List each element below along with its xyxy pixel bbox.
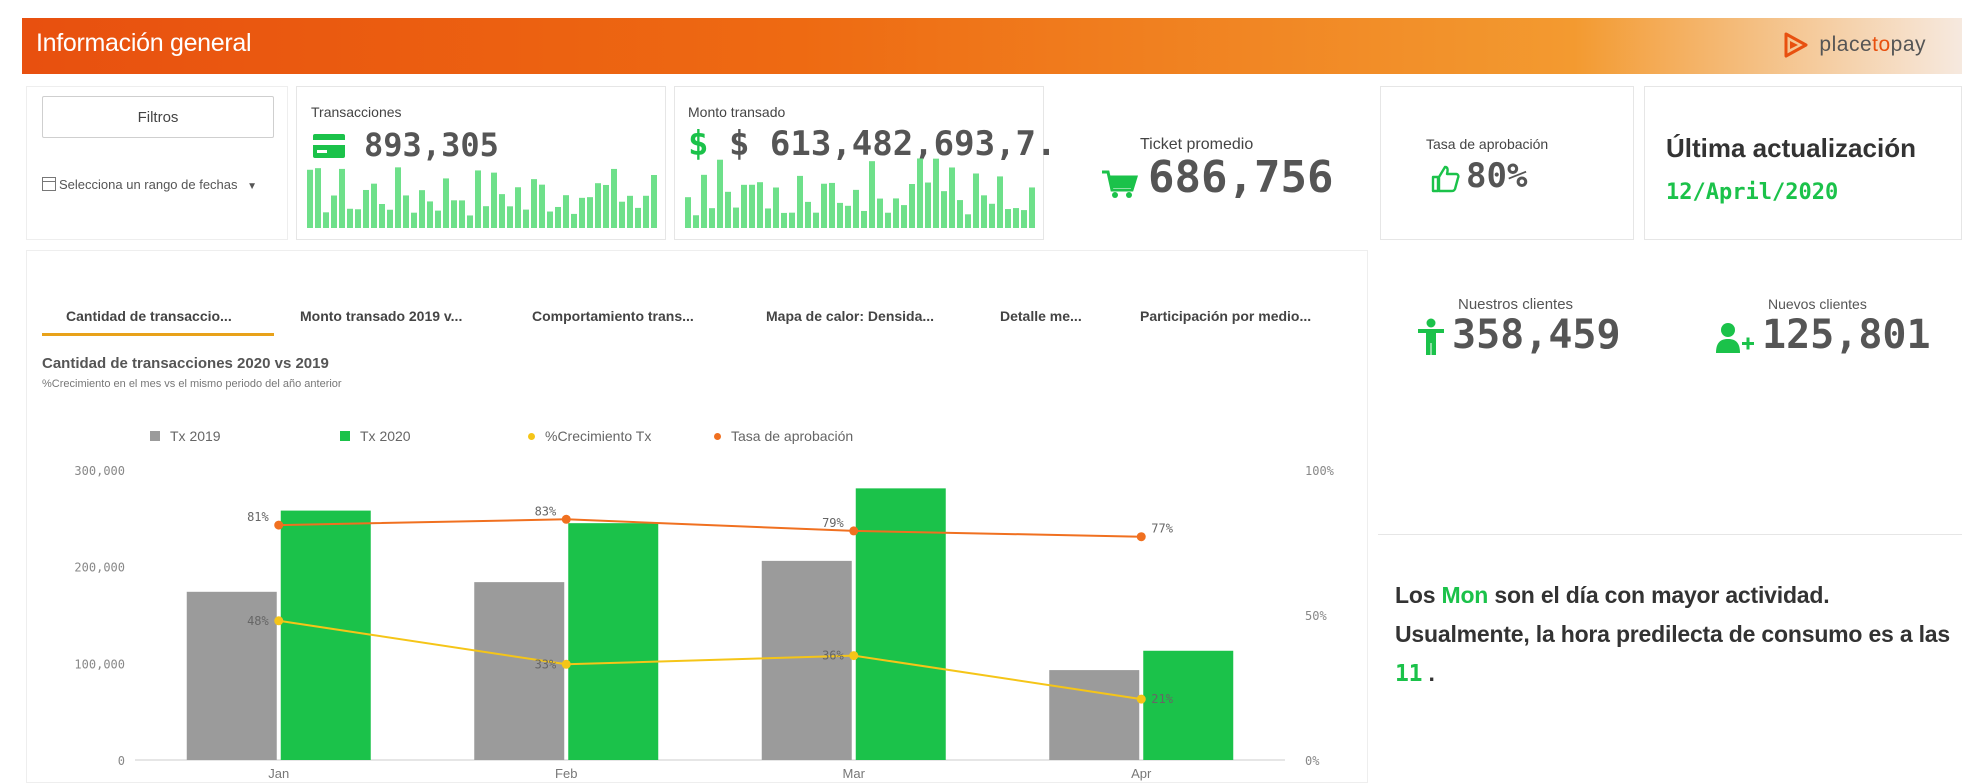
approval-value: 80% <box>1466 156 1528 196</box>
line-series <box>278 619 1142 701</box>
line-point <box>1136 532 1146 542</box>
data-label: 33% <box>535 657 557 671</box>
insight-day: Mon <box>1441 582 1489 608</box>
our-clients-value: 358,459 <box>1452 312 1621 358</box>
bar-tx-2020 <box>855 488 946 760</box>
y-tick-label: 200,000 <box>74 561 125 575</box>
x-tick-label: Mar <box>843 766 866 781</box>
line-point <box>561 659 571 669</box>
our-clients-label: Nuestros clientes <box>1458 296 1574 313</box>
brand-name: placetopay <box>1819 33 1926 56</box>
data-label: 21% <box>1151 692 1173 706</box>
new-clients-label: Nuevos clientes <box>1768 296 1867 312</box>
brand-logo: placetopay <box>1781 30 1926 60</box>
add-user-icon <box>1716 323 1754 353</box>
x-tick-label: Apr <box>1131 766 1152 781</box>
data-label: 83% <box>535 504 557 518</box>
line-point <box>561 514 571 524</box>
divider <box>1378 534 1962 535</box>
activity-insight: Los Mon son el día con mayor actividad. … <box>1395 582 1950 687</box>
data-label: 77% <box>1151 522 1173 536</box>
y2-tick-label: 100% <box>1305 464 1335 478</box>
data-label: 79% <box>822 516 844 530</box>
last-update-value: 12/April/2020 <box>1666 180 1839 205</box>
placetopay-logo-icon <box>1784 32 1808 58</box>
data-label: 81% <box>247 510 269 524</box>
approval-label: Tasa de aprobación <box>1426 136 1549 152</box>
y2-tick-label: 0% <box>1305 754 1320 768</box>
line-point <box>274 520 284 530</box>
y-tick-label: 300,000 <box>74 464 125 478</box>
last-update-label: Última actualización <box>1666 133 1916 163</box>
bar-tx-2020 <box>280 510 371 760</box>
x-tick-label: Feb <box>555 766 577 781</box>
new-clients-value: 125,801 <box>1762 312 1931 358</box>
bar-tx-2019 <box>1049 670 1140 760</box>
person-icon <box>1418 318 1444 355</box>
y2-tick-label: 50% <box>1305 609 1327 623</box>
y-tick-label: 0 <box>118 754 125 768</box>
insight-hour: 11 <box>1395 661 1423 687</box>
y-tick-label: 100,000 <box>74 657 125 671</box>
line-series <box>278 518 1142 538</box>
data-label: 36% <box>822 649 844 663</box>
bar-tx-2020 <box>568 523 659 760</box>
line-point <box>849 526 859 536</box>
line-point <box>274 616 284 626</box>
x-tick-label: Jan <box>268 766 289 781</box>
line-point <box>1136 694 1146 704</box>
transactions-chart: 300,000 200,000 100,000 0 100% 50% 0% Jan Feb Mar… <box>74 464 1335 781</box>
thumbs-up-icon <box>1431 165 1460 193</box>
line-point <box>849 651 859 661</box>
data-label: 48% <box>247 614 269 628</box>
